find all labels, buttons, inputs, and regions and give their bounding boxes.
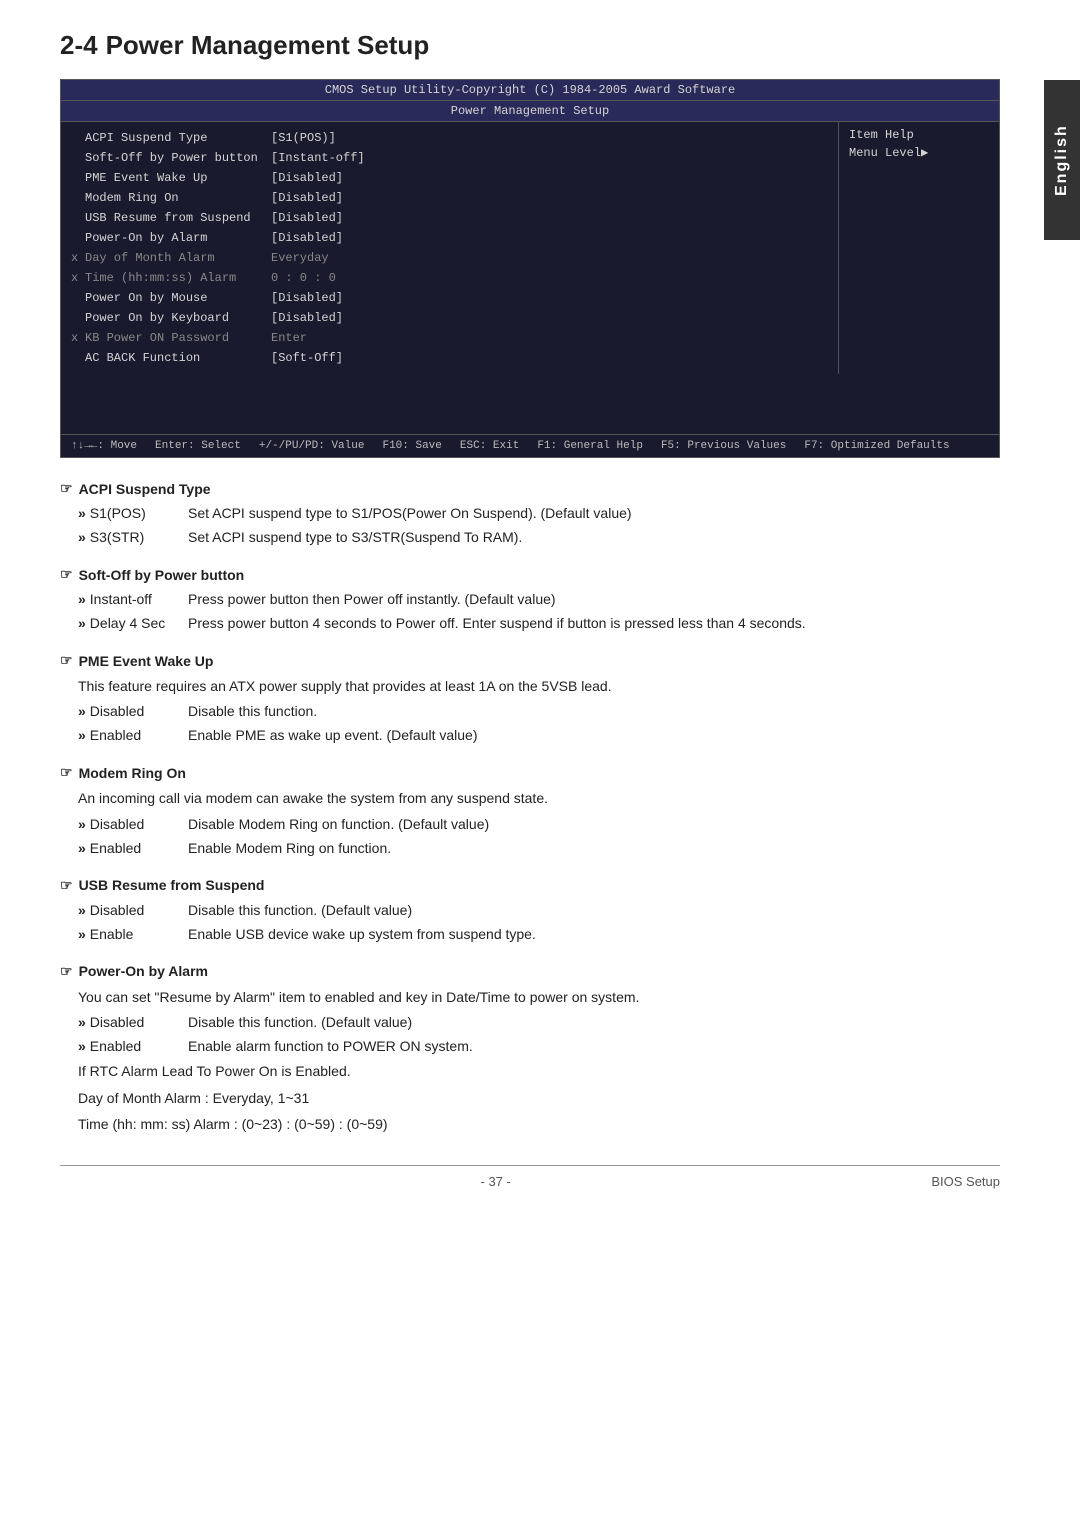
bullet-desc: Enable USB device wake up system from su…: [188, 924, 1000, 945]
bios-nav-bar: ↑↓→←: Move Enter: Select +/-/PU/PD: Value F…: [61, 434, 999, 457]
bios-nav-item: F10: Save: [382, 440, 441, 452]
section-heading-pme-event-wake-up: PME Event Wake Up: [60, 652, 1000, 669]
section-body-modem-ring-on: An incoming call via modem can awake the…: [78, 787, 1000, 858]
bullet-label: Disabled: [78, 701, 188, 722]
bullet-desc: Set ACPI suspend type to S1/POS(Power On…: [188, 503, 1000, 524]
section-soft-off-power: Soft-Off by Power button Instant-off Pre…: [60, 566, 1000, 634]
bullet-desc: Enable Modem Ring on function.: [188, 838, 1000, 859]
section-heading-usb-resume-suspend: USB Resume from Suspend: [60, 877, 1000, 894]
bios-row: xKB Power ON PasswordEnter: [71, 328, 828, 348]
extra-note: Time (hh: mm: ss) Alarm : (0~23) : (0~59…: [78, 1113, 1000, 1135]
bullet-desc: Disable Modem Ring on function. (Default…: [188, 814, 1000, 835]
bullet-item: S3(STR) Set ACPI suspend type to S3/STR(…: [78, 527, 1000, 548]
menu-level-label: Menu Level▶: [849, 145, 989, 160]
section-acpi-suspend-type: ACPI Suspend Type S1(POS) Set ACPI suspe…: [60, 480, 1000, 548]
bullet-desc: Press power button 4 seconds to Power of…: [188, 613, 1000, 634]
bullet-desc: Press power button then Power off instan…: [188, 589, 1000, 610]
bios-nav-item: ESC: Exit: [460, 440, 519, 452]
footer-right-label: BIOS Setup: [931, 1174, 1000, 1189]
bios-nav-item: F7: Optimized Defaults: [804, 440, 949, 452]
bullet-label: Disabled: [78, 900, 188, 921]
page-footer: - 37 - BIOS Setup: [60, 1165, 1000, 1189]
extra-note: Day of Month Alarm : Everyday, 1~31: [78, 1087, 1000, 1109]
bios-row: PME Event Wake Up[Disabled]: [71, 168, 828, 188]
bullet-desc: Disable this function. (Default value): [188, 900, 1000, 921]
section-body-pme-event-wake-up: This feature requires an ATX power suppl…: [78, 675, 1000, 746]
bios-row: Power On by Mouse[Disabled]: [71, 288, 828, 308]
bullet-label: Enable: [78, 924, 188, 945]
bios-row: xTime (hh:mm:ss) Alarm0 : 0 : 0: [71, 268, 828, 288]
bullet-label: Enabled: [78, 1036, 188, 1057]
bullet-item: Disabled Disable this function. (Default…: [78, 900, 1000, 921]
main-content: 2-4Power Management Setup CMOS Setup Uti…: [0, 0, 1080, 1229]
section-number: 2-4: [60, 30, 98, 60]
bullet-item: Delay 4 Sec Press power button 4 seconds…: [78, 613, 1000, 634]
section-body-usb-resume-suspend: Disabled Disable this function. (Default…: [78, 900, 1000, 945]
bullet-item: Enable Enable USB device wake up system …: [78, 924, 1000, 945]
bios-row: Power-On by Alarm[Disabled]: [71, 228, 828, 248]
bios-settings-panel: ACPI Suspend Type[S1(POS)]Soft-Off by Po…: [61, 122, 839, 374]
bios-row: USB Resume from Suspend[Disabled]: [71, 208, 828, 228]
section-usb-resume-suspend: USB Resume from Suspend Disabled Disable…: [60, 877, 1000, 945]
section-body-power-on-alarm: You can set "Resume by Alarm" item to en…: [78, 986, 1000, 1136]
bullet-desc: Disable this function. (Default value): [188, 1012, 1000, 1033]
section-pme-event-wake-up: PME Event Wake Up This feature requires a…: [60, 652, 1000, 746]
bios-nav-item: F1: General Help: [537, 440, 643, 452]
section-power-on-alarm: Power-On by Alarm You can set "Resume by …: [60, 963, 1000, 1136]
bullet-item: S1(POS) Set ACPI suspend type to S1/POS(…: [78, 503, 1000, 524]
bios-row: Power On by Keyboard[Disabled]: [71, 308, 828, 328]
bullet-desc: Set ACPI suspend type to S3/STR(Suspend …: [188, 527, 1000, 548]
section-modem-ring-on: Modem Ring On An incoming call via modem …: [60, 764, 1000, 858]
bios-nav-item: +/-/PU/PD: Value: [259, 440, 365, 452]
bios-row: xDay of Month AlarmEveryday: [71, 248, 828, 268]
bios-row: AC BACK Function[Soft-Off]: [71, 348, 828, 368]
bullet-desc: Enable PME as wake up event. (Default va…: [188, 725, 1000, 746]
section-heading-modem-ring-on: Modem Ring On: [60, 764, 1000, 781]
english-tab: English: [1044, 80, 1080, 240]
bios-nav-item: F5: Previous Values: [661, 440, 786, 452]
bios-nav-item: ↑↓→←: Move: [71, 440, 137, 452]
extra-note: If RTC Alarm Lead To Power On is Enabled…: [78, 1060, 1000, 1082]
page-number: - 37 -: [60, 1174, 931, 1189]
bullet-item: Enabled Enable PME as wake up event. (De…: [78, 725, 1000, 746]
bios-row: ACPI Suspend Type[S1(POS)]: [71, 128, 828, 148]
bullet-item: Enabled Enable Modem Ring on function.: [78, 838, 1000, 859]
bullet-label: Enabled: [78, 838, 188, 859]
bullet-label: S1(POS): [78, 503, 188, 524]
bullet-label: S3(STR): [78, 527, 188, 548]
bios-row: Soft-Off by Power button[Instant-off]: [71, 148, 828, 168]
section-heading-power-on-alarm: Power-On by Alarm: [60, 963, 1000, 980]
bullet-desc: Enable alarm function to POWER ON system…: [188, 1036, 1000, 1057]
bullet-label: Enabled: [78, 725, 188, 746]
section-heading-acpi-suspend-type: ACPI Suspend Type: [60, 480, 1000, 497]
item-help-label: Item Help: [849, 128, 989, 142]
bios-header-line2: Power Management Setup: [61, 101, 999, 122]
bullet-desc: Disable this function.: [188, 701, 1000, 722]
bios-header-line1: CMOS Setup Utility-Copyright (C) 1984-20…: [61, 80, 999, 101]
bios-nav-item: Enter: Select: [155, 440, 241, 452]
bios-help-panel: Item Help Menu Level▶: [839, 122, 999, 374]
bios-setup-box: CMOS Setup Utility-Copyright (C) 1984-20…: [60, 79, 1000, 458]
bullet-item: Enabled Enable alarm function to POWER O…: [78, 1036, 1000, 1057]
bullet-label: Disabled: [78, 814, 188, 835]
section-note: This feature requires an ATX power suppl…: [78, 675, 1000, 697]
section-note: An incoming call via modem can awake the…: [78, 787, 1000, 809]
bullet-label: Instant-off: [78, 589, 188, 610]
sections-container: ACPI Suspend Type S1(POS) Set ACPI suspe…: [60, 480, 1000, 1135]
section-heading-soft-off-power: Soft-Off by Power button: [60, 566, 1000, 583]
bullet-item: Disabled Disable this function.: [78, 701, 1000, 722]
page-title: 2-4Power Management Setup: [60, 30, 1000, 61]
section-note: You can set "Resume by Alarm" item to en…: [78, 986, 1000, 1008]
bios-row: Modem Ring On[Disabled]: [71, 188, 828, 208]
bullet-item: Instant-off Press power button then Powe…: [78, 589, 1000, 610]
section-body-acpi-suspend-type: S1(POS) Set ACPI suspend type to S1/POS(…: [78, 503, 1000, 548]
bullet-label: Delay 4 Sec: [78, 613, 188, 634]
bullet-item: Disabled Disable this function. (Default…: [78, 1012, 1000, 1033]
section-body-soft-off-power: Instant-off Press power button then Powe…: [78, 589, 1000, 634]
bullet-label: Disabled: [78, 1012, 188, 1033]
bullet-item: Disabled Disable Modem Ring on function.…: [78, 814, 1000, 835]
